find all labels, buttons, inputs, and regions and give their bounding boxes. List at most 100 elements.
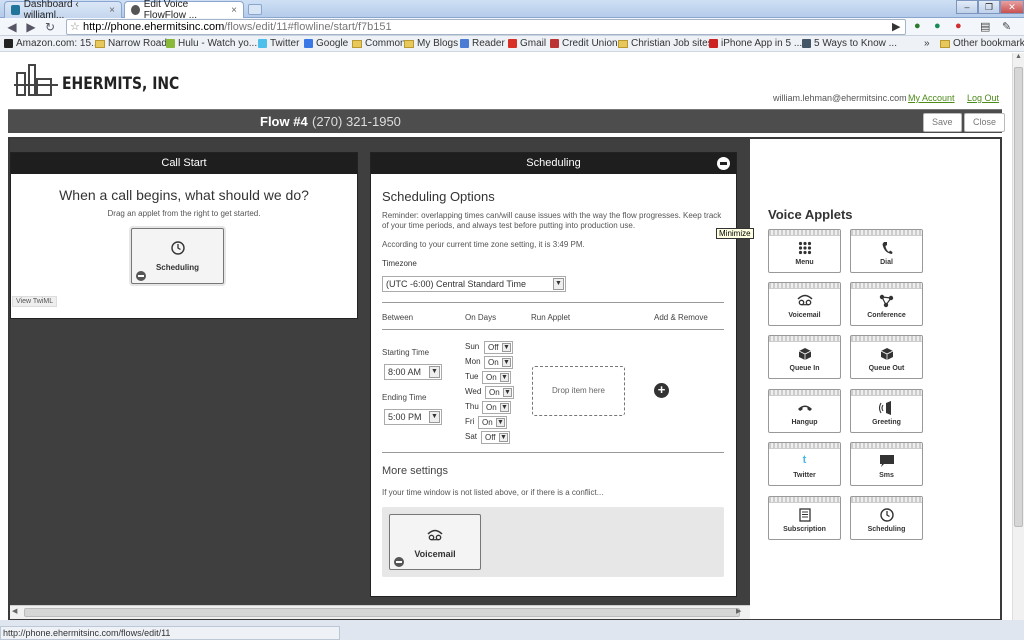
day-select-fri[interactable]: On ▼ bbox=[478, 416, 507, 429]
scroll-up-icon[interactable]: ▲ bbox=[1013, 53, 1024, 65]
drag-handle[interactable] bbox=[851, 336, 922, 342]
applet-sms[interactable]: Sms bbox=[850, 442, 923, 486]
applet-voicemail[interactable]: Voicemail bbox=[768, 282, 841, 326]
extension-icon[interactable]: ● bbox=[914, 20, 921, 34]
drag-handle[interactable] bbox=[769, 230, 840, 236]
applet-queue-out[interactable]: Queue Out bbox=[850, 335, 923, 379]
forward-icon[interactable]: ▶ bbox=[24, 20, 38, 34]
applet-scheduling[interactable]: Scheduling bbox=[850, 496, 923, 540]
horizontal-scrollbar[interactable]: ◀ ▶ bbox=[10, 605, 750, 619]
drag-handle[interactable] bbox=[851, 283, 922, 289]
chevron-down-icon: ▼ bbox=[500, 403, 509, 412]
day-select-sun[interactable]: Off ▼ bbox=[484, 341, 513, 354]
wrench-icon[interactable]: ✎ bbox=[1002, 20, 1011, 34]
reload-icon[interactable]: ↻ bbox=[43, 20, 57, 34]
scheduling-applet-box[interactable]: Scheduling bbox=[131, 228, 224, 284]
back-icon[interactable]: ◀ bbox=[5, 20, 19, 34]
bookmark-item[interactable]: Hulu - Watch yo... bbox=[166, 38, 257, 49]
clock-icon bbox=[132, 241, 223, 258]
day-select-tue[interactable]: On ▼ bbox=[482, 371, 511, 384]
applet-label: Hangup bbox=[791, 419, 818, 426]
applet-dial[interactable]: Dial bbox=[850, 229, 923, 273]
applet-greeting[interactable]: Greeting bbox=[850, 389, 923, 433]
scroll-right-icon[interactable]: ▶ bbox=[736, 607, 741, 615]
day-select-sat[interactable]: Off ▼ bbox=[481, 431, 510, 444]
bookmark-item[interactable]: Reader bbox=[460, 38, 505, 49]
applet-twitter[interactable]: t Twitter bbox=[768, 442, 841, 486]
scrollbar-thumb[interactable] bbox=[1014, 67, 1023, 527]
day-row: Fri bbox=[465, 417, 475, 426]
applet-label: Dial bbox=[880, 259, 893, 266]
minimize-icon[interactable] bbox=[717, 157, 730, 170]
drag-handle[interactable] bbox=[769, 336, 840, 342]
bookmark-item[interactable]: Common bbox=[352, 38, 406, 49]
bookmarks-overflow-icon[interactable]: » bbox=[924, 38, 930, 49]
close-tab-icon[interactable]: × bbox=[109, 5, 115, 16]
page-menu-icon[interactable]: ▤ bbox=[980, 20, 990, 34]
bookmark-item[interactable]: Amazon.com: 15... bbox=[4, 38, 99, 49]
log-out-link[interactable]: Log Out bbox=[967, 93, 999, 103]
drop-zone[interactable]: Drop item here bbox=[532, 366, 625, 416]
drag-handle[interactable] bbox=[769, 497, 840, 503]
flow-canvas: Call Start When a call begins, what shou… bbox=[10, 139, 750, 605]
address-bar[interactable]: ☆ http://phone.ehermitsinc.com/flows/edi… bbox=[66, 19, 906, 35]
bookmark-item[interactable]: Narrow Road bbox=[95, 38, 167, 49]
close-tab-icon[interactable]: × bbox=[231, 5, 237, 16]
amazon-icon bbox=[4, 39, 13, 48]
bookmark-item[interactable]: My Blogs bbox=[404, 38, 458, 49]
ending-time-select[interactable]: 5:00 PM ▼ bbox=[384, 409, 442, 425]
restore-window-icon[interactable]: ❐ bbox=[978, 0, 1000, 14]
my-account-link[interactable]: My Account bbox=[908, 93, 955, 103]
applet-hangup[interactable]: Hangup bbox=[768, 389, 841, 433]
bookmark-item[interactable]: Google bbox=[304, 38, 348, 49]
new-tab-button[interactable] bbox=[248, 4, 262, 15]
chevron-down-icon: ▼ bbox=[496, 418, 505, 427]
status-bar-url: http://phone.ehermitsinc.com/flows/edit/… bbox=[0, 626, 340, 640]
drag-handle[interactable] bbox=[851, 497, 922, 503]
bookmark-item-other[interactable]: Other bookmarks bbox=[940, 38, 1024, 49]
day-select-wed[interactable]: On ▼ bbox=[485, 386, 514, 399]
go-icon[interactable]: ▶ bbox=[892, 20, 900, 34]
applet-subscription[interactable]: Subscription bbox=[768, 496, 841, 540]
bookmark-item[interactable]: Twitter bbox=[258, 38, 299, 49]
drag-handle[interactable] bbox=[851, 443, 922, 449]
extension-icon[interactable]: ● bbox=[934, 20, 941, 34]
folder-icon bbox=[352, 39, 362, 48]
applet-conference[interactable]: Conference bbox=[850, 282, 923, 326]
timezone-select[interactable]: (UTC -6:00) Central Standard Time ▼ bbox=[382, 276, 566, 292]
page-vertical-scrollbar[interactable]: ▲ bbox=[1012, 53, 1024, 620]
starting-time-select[interactable]: 8:00 AM ▼ bbox=[384, 364, 442, 380]
extension-icon[interactable]: ● bbox=[955, 20, 962, 34]
drag-handle[interactable] bbox=[769, 283, 840, 289]
remove-icon[interactable] bbox=[136, 271, 146, 281]
applet-queue-in[interactable]: Queue In bbox=[768, 335, 841, 379]
bookmark-item[interactable]: Christian Job sites bbox=[618, 38, 713, 49]
minimize-window-icon[interactable]: – bbox=[956, 0, 978, 14]
close-button[interactable]: Close bbox=[964, 113, 1006, 132]
browser-tab-dashboard[interactable]: Dashboard ‹ williaml... × bbox=[4, 0, 122, 21]
bookmark-star-icon[interactable]: ☆ bbox=[70, 20, 80, 34]
drag-handle[interactable] bbox=[851, 390, 922, 396]
bookmark-item[interactable]: Gmail bbox=[508, 38, 546, 49]
scroll-left-icon[interactable]: ◀ bbox=[12, 607, 17, 615]
applet-menu[interactable]: Menu bbox=[768, 229, 841, 273]
scrollbar-thumb[interactable] bbox=[24, 608, 740, 617]
day-select-thu[interactable]: On ▼ bbox=[482, 401, 511, 414]
voicemail-applet-box[interactable]: Voicemail bbox=[389, 514, 481, 570]
drag-handle[interactable] bbox=[769, 390, 840, 396]
remove-icon[interactable] bbox=[394, 557, 404, 567]
view-twiml-button[interactable]: View TwiML bbox=[12, 296, 58, 307]
day-select-mon[interactable]: On ▼ bbox=[484, 356, 513, 369]
fallback-drop-area[interactable]: Voicemail bbox=[382, 507, 724, 577]
bookmark-item[interactable]: Credit Union bbox=[550, 38, 618, 49]
logo[interactable]: EHERMITS, INC bbox=[14, 62, 205, 98]
browser-tab-edit-flow[interactable]: Edit Voice FlowFlow ... × bbox=[124, 0, 244, 21]
bookmark-item[interactable]: iPhone App in 5 ... bbox=[709, 38, 802, 49]
bookmark-item[interactable]: 5 Ways to Know ... bbox=[802, 38, 897, 49]
list-icon bbox=[769, 508, 840, 525]
save-button[interactable]: Save bbox=[923, 113, 962, 132]
add-time-slot-icon[interactable]: + bbox=[654, 383, 669, 398]
drag-handle[interactable] bbox=[851, 230, 922, 236]
close-window-icon[interactable]: ✕ bbox=[1000, 0, 1024, 14]
drag-handle[interactable] bbox=[769, 443, 840, 449]
